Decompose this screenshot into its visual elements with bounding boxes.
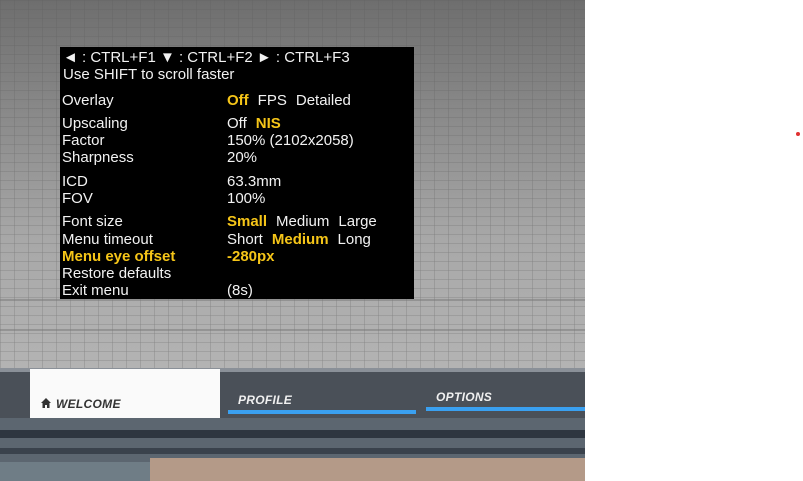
menu-row-exit-menu[interactable]: Exit menu (8s) xyxy=(60,282,414,299)
tab-underline xyxy=(426,407,585,411)
game-scene: WELCOME PROFILE OPTIONS ◄ : CTRL+F1 ▼ : … xyxy=(0,0,585,481)
option-overlay-fps[interactable]: FPS xyxy=(258,92,287,109)
tab-options-label: OPTIONS xyxy=(436,390,493,404)
option-timeout-short[interactable]: Short xyxy=(227,231,263,248)
option-timeout-long[interactable]: Long xyxy=(338,231,371,248)
tab-underline xyxy=(228,410,416,414)
menu-row-icd[interactable]: ICD 63.3mm xyxy=(60,173,414,190)
menu-row-factor[interactable]: Factor 150% (2102x2058) xyxy=(60,132,414,149)
option-font-large[interactable]: Large xyxy=(338,213,376,230)
option-upscaling-off[interactable]: Off xyxy=(227,115,247,132)
tab-profile[interactable]: PROFILE xyxy=(228,388,416,414)
option-overlay-off[interactable]: Off xyxy=(227,92,249,109)
menu-row-menu-eye-offset[interactable]: Menu eye offset -280px xyxy=(60,248,414,265)
tab-welcome[interactable]: WELCOME xyxy=(30,369,220,418)
option-upscaling-nis[interactable]: NIS xyxy=(256,115,281,132)
home-icon xyxy=(41,398,51,408)
tab-options[interactable]: OPTIONS xyxy=(426,385,585,411)
shift-hint: Use SHIFT to scroll faster xyxy=(63,66,235,83)
option-timeout-medium[interactable]: Medium xyxy=(272,231,329,248)
option-font-medium[interactable]: Medium xyxy=(276,213,329,230)
tab-welcome-label: WELCOME xyxy=(56,397,121,411)
menu-row-fov[interactable]: FOV 100% xyxy=(60,190,414,207)
tab-profile-label: PROFILE xyxy=(238,393,293,407)
shortcut-hint: ◄ : CTRL+F1 ▼ : CTRL+F2 ► : CTRL+F3 xyxy=(63,49,350,66)
option-font-small[interactable]: Small xyxy=(227,213,267,230)
status-dot xyxy=(796,132,800,136)
menu-row-upscaling[interactable]: Upscaling Off NIS xyxy=(60,115,414,132)
overlay-menu: ◄ : CTRL+F1 ▼ : CTRL+F2 ► : CTRL+F3 Use … xyxy=(60,47,414,299)
menu-row-font-size[interactable]: Font size Small Medium Large xyxy=(60,213,414,230)
menu-row-menu-timeout[interactable]: Menu timeout Short Medium Long xyxy=(60,231,414,248)
menu-row-restore-defaults[interactable]: Restore defaults xyxy=(60,265,414,282)
menu-row-sharpness[interactable]: Sharpness 20% xyxy=(60,149,414,166)
menu-row-overlay[interactable]: Overlay Off FPS Detailed xyxy=(60,92,414,109)
option-overlay-detailed[interactable]: Detailed xyxy=(296,92,351,109)
